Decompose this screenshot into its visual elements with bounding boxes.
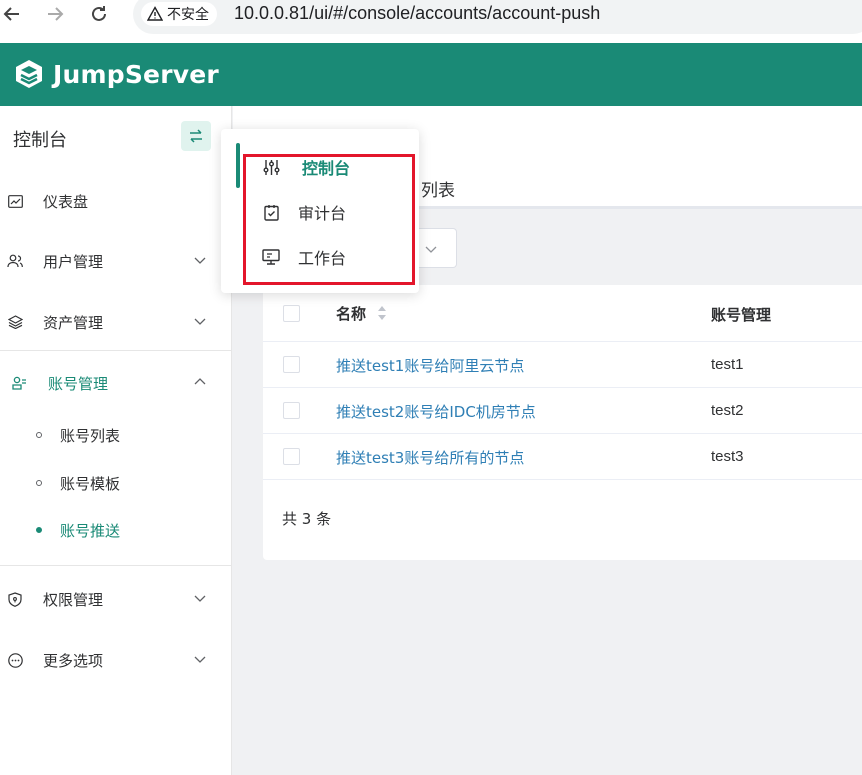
- sidebar-item-dashboard[interactable]: 仪表盘: [0, 181, 232, 221]
- chevron-down-icon: [194, 257, 206, 264]
- sidebar-subitem-label: 账号列表: [60, 426, 121, 445]
- table-header: 名称 账号管理: [263, 285, 862, 342]
- tab-list[interactable]: 列表: [421, 176, 455, 201]
- row-name-link[interactable]: 推送test2账号给IDC机房节点: [336, 401, 536, 422]
- address-bar[interactable]: 不安全 10.0.0.81/ui/#/console/accounts/acco…: [133, 0, 862, 34]
- sidebar-item-more-options[interactable]: 更多选项: [0, 640, 232, 680]
- column-header-name[interactable]: 名称: [336, 303, 366, 324]
- forward-icon[interactable]: [43, 2, 67, 26]
- sidebar-subitem-account-push[interactable]: 账号推送: [0, 512, 232, 548]
- table-row: 推送test2账号给IDC机房节点 test2: [263, 388, 862, 434]
- sidebar-item-label: 资产管理: [43, 313, 104, 332]
- url-text[interactable]: 10.0.0.81/ui/#/console/accounts/account-…: [234, 3, 600, 24]
- sidebar-item-permission-management[interactable]: 权限管理: [0, 579, 232, 619]
- sidebar-subitem-account-template[interactable]: 账号模板: [0, 465, 232, 501]
- sidebar-subitem-account-list[interactable]: 账号列表: [0, 417, 232, 453]
- annotation-highlight-box: [243, 154, 415, 285]
- security-label: 不安全: [167, 7, 209, 23]
- row-checkbox[interactable]: [283, 448, 300, 465]
- bullet-icon: [36, 432, 42, 438]
- bullet-icon: [36, 527, 42, 533]
- sidebar-subitem-label: 账号推送: [60, 521, 121, 540]
- row-checkbox[interactable]: [283, 356, 300, 373]
- row-checkbox[interactable]: [283, 402, 300, 419]
- account-icon: [11, 375, 27, 391]
- sidebar: 控制台 仪表盘 用户管理 资产管理 账号管理 账号列表 账号模板 账号推送 权限…: [0, 106, 232, 775]
- table-card: 名称 账号管理 推送test1账号给阿里云节点 test1 推送test2账号给…: [263, 285, 862, 560]
- select-all-checkbox[interactable]: [283, 305, 300, 322]
- logo[interactable]: JumpServer: [13, 58, 219, 90]
- sidebar-item-label: 权限管理: [43, 590, 104, 609]
- dashboard-icon: [7, 193, 23, 209]
- table-row: 推送test3账号给所有的节点 test3: [263, 434, 862, 480]
- security-chip[interactable]: 不安全: [141, 2, 217, 26]
- layers-icon: [7, 314, 23, 330]
- sidebar-item-label: 更多选项: [43, 651, 104, 670]
- switch-arrows-icon: [190, 129, 202, 143]
- sidebar-title: 控制台: [13, 130, 67, 151]
- back-icon[interactable]: [0, 2, 24, 26]
- row-account: test3: [711, 448, 744, 465]
- sidebar-item-label: 仪表盘: [43, 192, 89, 211]
- logo-text: JumpServer: [53, 59, 219, 89]
- users-icon: [7, 253, 23, 269]
- sidebar-item-label: 用户管理: [43, 252, 104, 271]
- sort-icon[interactable]: [376, 304, 388, 322]
- sidebar-item-label: 账号管理: [48, 374, 109, 393]
- row-account: test2: [711, 402, 744, 419]
- more-icon: [7, 652, 23, 668]
- warning-icon: [147, 6, 163, 21]
- table-row: 推送test1账号给阿里云节点 test1: [263, 342, 862, 388]
- column-header-account: 账号管理: [711, 306, 772, 324]
- shield-icon: [7, 591, 23, 607]
- chevron-down-icon: [194, 656, 206, 663]
- bullet-icon: [36, 480, 42, 486]
- chevron-down-icon: [194, 318, 206, 325]
- browser-toolbar: 不安全 10.0.0.81/ui/#/console/accounts/acco…: [0, 0, 862, 43]
- row-account: test1: [711, 356, 744, 373]
- sidebar-subitem-label: 账号模板: [60, 474, 121, 493]
- app-header: JumpServer: [0, 43, 862, 106]
- sidebar-divider: [0, 565, 232, 566]
- sidebar-item-account-management[interactable]: 账号管理: [0, 363, 232, 403]
- view-switch-button[interactable]: [181, 121, 211, 151]
- chevron-down-icon: [425, 246, 437, 253]
- pagination-total: 共 3 条: [282, 510, 332, 528]
- row-name-link[interactable]: 推送test3账号给所有的节点: [336, 447, 524, 468]
- row-name-link[interactable]: 推送test1账号给阿里云节点: [336, 355, 524, 376]
- sidebar-item-asset-management[interactable]: 资产管理: [0, 302, 232, 342]
- reload-icon[interactable]: [87, 2, 111, 26]
- sidebar-item-user-management[interactable]: 用户管理: [0, 241, 232, 281]
- chevron-down-icon: [194, 595, 206, 602]
- jumpserver-logo-icon: [16, 60, 42, 88]
- sidebar-divider: [0, 350, 232, 351]
- chevron-up-icon: [194, 378, 206, 385]
